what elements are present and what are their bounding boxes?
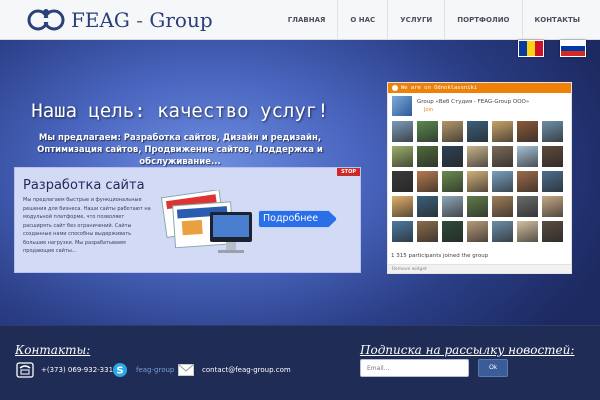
- member-avatar[interactable]: [492, 221, 513, 242]
- member-avatar[interactable]: [542, 121, 563, 142]
- main-nav: ГЛАВНАЯ О НАС УСЛУГИ ПОРТФОЛИО КОНТАКТЫ: [276, 0, 592, 40]
- member-avatar[interactable]: [467, 196, 488, 217]
- subscribe-title: Подписка на рассылку новостей:: [360, 343, 575, 357]
- site-footer: Контакты: +(373) 069-932-331 S feag-grou…: [0, 325, 600, 400]
- member-avatar[interactable]: [517, 221, 538, 242]
- widget-header: We are on Odnoklassniki: [401, 85, 478, 91]
- member-avatar[interactable]: [492, 146, 513, 167]
- logo-group-text: Group: [149, 8, 213, 32]
- member-avatar[interactable]: [392, 171, 413, 192]
- contacts-title: Контакты:: [15, 343, 91, 357]
- member-avatar[interactable]: [542, 196, 563, 217]
- member-avatar[interactable]: [417, 221, 438, 242]
- member-avatar[interactable]: [542, 221, 563, 242]
- member-avatar[interactable]: [492, 171, 513, 192]
- phone-contact: +(373) 069-932-331: [15, 361, 113, 379]
- member-avatar[interactable]: [392, 196, 413, 217]
- member-avatar[interactable]: [517, 121, 538, 142]
- nav-contacts[interactable]: КОНТАКТЫ: [521, 0, 592, 40]
- logo[interactable]: FEAG - Group: [25, 6, 213, 34]
- subscribe-email-input[interactable]: [360, 359, 469, 377]
- language-switcher: [518, 40, 586, 57]
- member-avatar[interactable]: [417, 171, 438, 192]
- logo-main-text: FEAG: [71, 8, 130, 32]
- skype-link[interactable]: feag-group: [136, 366, 174, 374]
- member-avatar[interactable]: [442, 121, 463, 142]
- email-contact: contact@feag-group.com: [176, 361, 291, 379]
- site-header: FEAG - Group ГЛАВНАЯ О НАС УСЛУГИ ПОРТФО…: [0, 0, 600, 40]
- phone-text: +(373) 069-932-331: [41, 366, 114, 374]
- member-avatar[interactable]: [442, 196, 463, 217]
- member-avatar[interactable]: [517, 171, 538, 192]
- skype-icon: S: [110, 361, 130, 379]
- member-avatar[interactable]: [542, 171, 563, 192]
- member-avatar[interactable]: [442, 146, 463, 167]
- slide-title: Разработка сайта: [23, 178, 145, 193]
- subscribe-ok-button[interactable]: Ok: [478, 359, 508, 377]
- phone-icon: [15, 361, 35, 379]
- participants-count: 1 315 participants joined the group: [391, 253, 489, 259]
- devices-illustration-icon: [160, 190, 252, 253]
- join-link[interactable]: Join: [424, 107, 433, 113]
- odnoklassniki-icon: [392, 85, 398, 91]
- member-avatar[interactable]: [467, 221, 488, 242]
- member-avatar[interactable]: [467, 121, 488, 142]
- hero-subtitle: Мы предлагаем: Разработка сайтов, Дизайн…: [37, 133, 323, 167]
- member-avatar[interactable]: [417, 196, 438, 217]
- member-avatar[interactable]: [442, 171, 463, 192]
- widget-group: Group «Веб Студия - FEAG-Group ООО» Join: [388, 93, 571, 117]
- hero-section: Наша цель: качество услуг! Мы предлагаем…: [0, 40, 600, 325]
- nav-portfolio[interactable]: ПОРТФОЛИО: [444, 0, 521, 40]
- email-text[interactable]: contact@feag-group.com: [202, 366, 291, 374]
- member-avatar[interactable]: [442, 221, 463, 242]
- member-avatar[interactable]: [492, 121, 513, 142]
- skype-contact: S feag-group: [110, 361, 174, 379]
- logo-icon: [27, 9, 65, 31]
- member-avatar[interactable]: [417, 121, 438, 142]
- member-avatar[interactable]: [517, 196, 538, 217]
- nav-services[interactable]: УСЛУГИ: [387, 0, 444, 40]
- member-avatar[interactable]: [492, 196, 513, 217]
- member-avatar[interactable]: [392, 221, 413, 242]
- member-avatar[interactable]: [467, 171, 488, 192]
- member-avatar[interactable]: [417, 146, 438, 167]
- member-avatar[interactable]: [392, 121, 413, 142]
- svg-text:S: S: [116, 366, 123, 377]
- odnoklassniki-widget: We are on Odnoklassniki Group «Веб Студи…: [387, 82, 572, 274]
- slide-text: Мы предлагаем быстрые и функциональные р…: [23, 197, 151, 254]
- romanian-flag-icon[interactable]: [518, 40, 544, 57]
- member-avatar[interactable]: [392, 146, 413, 167]
- group-name[interactable]: Group «Веб Студия - FEAG-Group ООО»: [417, 99, 529, 105]
- group-avatar[interactable]: [392, 96, 412, 116]
- service-slide: STOP Разработка сайта Мы предлагаем быст…: [14, 167, 361, 273]
- envelope-icon: [176, 361, 196, 379]
- stop-badge[interactable]: STOP: [337, 168, 360, 176]
- member-avatar[interactable]: [517, 146, 538, 167]
- hero-title: Наша цель: качество услуг!: [31, 100, 329, 122]
- more-button[interactable]: Подробнее: [258, 210, 338, 228]
- nav-about[interactable]: О НАС: [337, 0, 387, 40]
- logo-dash: -: [129, 8, 150, 32]
- member-avatar[interactable]: [467, 146, 488, 167]
- member-grid: [392, 121, 563, 242]
- russian-flag-icon[interactable]: [560, 40, 586, 57]
- nav-home[interactable]: ГЛАВНАЯ: [276, 0, 338, 40]
- remove-widget-link[interactable]: Remove widget: [388, 264, 571, 273]
- member-avatar[interactable]: [542, 146, 563, 167]
